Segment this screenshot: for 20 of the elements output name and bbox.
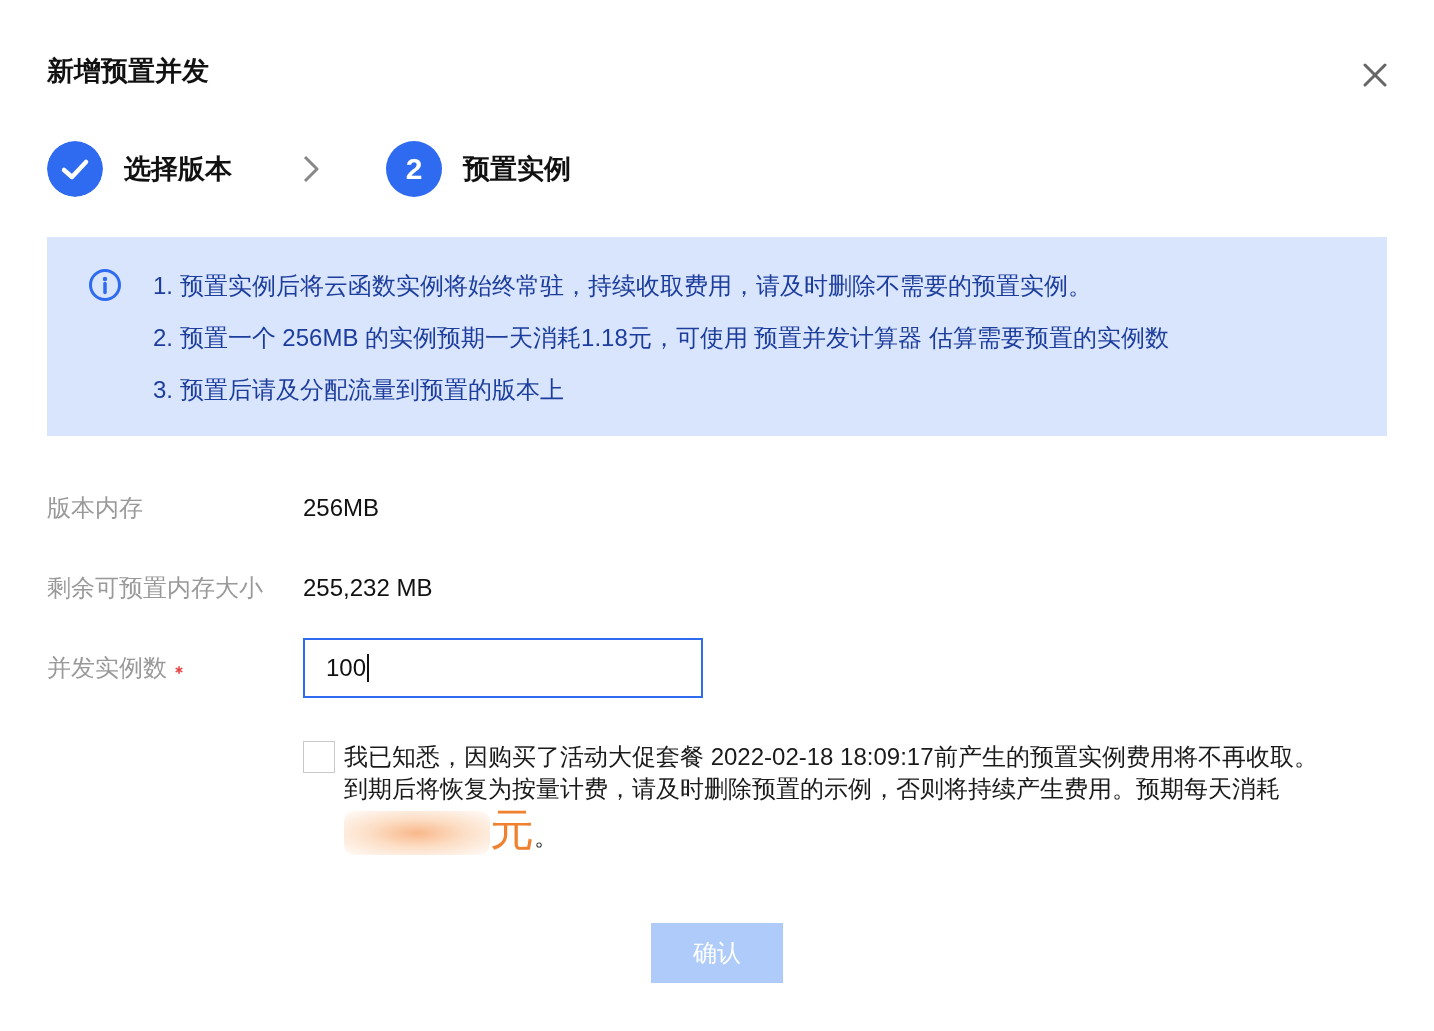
info-icon	[89, 269, 121, 301]
notice-text: 2. 预置一个 256MB 的实例预期一天消耗1.18元，可使用 预置并发计算器 估算需要预置的实例数	[153, 323, 1170, 353]
field-label: 并发实例数	[47, 653, 167, 683]
chevron-right-icon	[303, 155, 319, 183]
step-label: 选择版本	[124, 153, 232, 186]
step-number: 2	[386, 141, 442, 197]
text-cursor-icon	[367, 654, 370, 682]
field-value: 256MB	[303, 493, 380, 523]
notice-text: 1. 预置实例后将云函数实例将始终常驻，持续收取费用，请及时删除不需要的预置实例。	[153, 271, 1093, 301]
step-label: 预置实例	[463, 153, 571, 186]
checkbox[interactable]	[303, 741, 335, 773]
notice-text: 3. 预置后请及分配流量到预置的版本上	[153, 375, 565, 405]
agreement-text: 我已知悉，因购买了活动大促套餐 2022-02-18 18:09:17前产生的预置实例费用将不再收取。到期后将恢复为按量计费，请及时删除预置的示例，否则将持续产生费用。预期每天消耗	[344, 743, 1318, 802]
field-label: 剩余可预置内存大小	[47, 573, 263, 603]
field-value: 255,232 MB	[303, 573, 433, 603]
input-field[interactable]: 100	[303, 638, 703, 698]
currency-suffix: 元。	[490, 805, 558, 855]
dialog-title: 新增预置并发	[47, 55, 209, 88]
field-label: 版本内存	[47, 493, 143, 523]
close-icon[interactable]	[1363, 63, 1387, 87]
